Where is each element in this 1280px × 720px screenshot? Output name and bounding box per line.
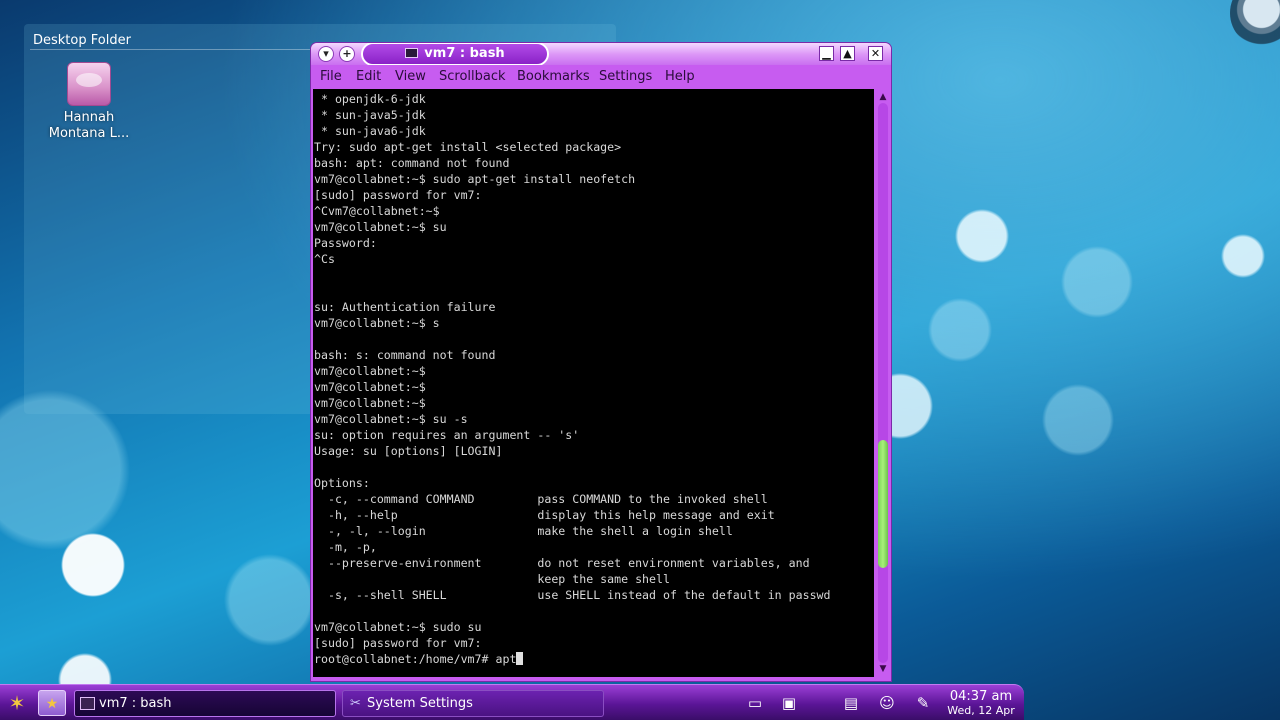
desktop-icon-hannah-montana[interactable]: Hannah Montana L... — [44, 62, 134, 142]
window-titlebar[interactable]: ▾ + vm7 : bash ▁ ▲ ✕ — [311, 43, 891, 66]
terminal-line: keep the same shell — [314, 572, 670, 586]
terminal-line: vm7@collabnet:~$ — [314, 364, 426, 378]
terminal-scrollbar[interactable]: ▲ ▼ — [875, 89, 891, 677]
menu-scrollback[interactable]: Scrollback — [439, 69, 506, 84]
scroll-thumb[interactable] — [878, 439, 888, 568]
terminal-icon — [405, 48, 419, 58]
window-title-pill: vm7 : bash — [361, 43, 549, 66]
menu-settings[interactable]: Settings — [599, 69, 652, 84]
close-icon: ✕ — [870, 47, 881, 60]
network-icon[interactable]: ▭ — [742, 691, 768, 715]
hard-drive-icon — [67, 62, 111, 106]
terminal-line: Password: — [314, 236, 377, 250]
task-label: System Settings — [367, 696, 473, 711]
tools-icon: ✂ — [350, 696, 361, 711]
menu-file[interactable]: File — [320, 69, 342, 84]
text-cursor — [516, 652, 524, 665]
maximize-icon: ▲ — [843, 47, 852, 60]
terminal-line: -c, --command COMMAND pass COMMAND to th… — [314, 492, 768, 506]
menu-bookmarks[interactable]: Bookmarks — [517, 69, 590, 84]
task-label: vm7 : bash — [99, 696, 172, 711]
desktop-folder-title: Desktop Folder — [33, 33, 131, 48]
desktop-toolbox-icon[interactable] — [1230, 0, 1280, 48]
terminal-line: su: option requires an argument -- 's' — [314, 428, 580, 442]
terminal-line: vm7@collabnet:~$ s — [314, 316, 440, 330]
menu-edit[interactable]: Edit — [356, 69, 381, 84]
clock-time: 04:37 am — [949, 689, 1013, 704]
pager-icon[interactable]: ▣ — [776, 691, 802, 715]
terminal-line: -m, -p, — [314, 540, 377, 554]
folder-star-icon: ★ — [45, 696, 59, 712]
terminal-line: vm7@collabnet:~$ su -s — [314, 412, 468, 426]
terminal-line: Try: sudo apt-get install <selected pack… — [314, 140, 622, 154]
folder-launcher-button[interactable]: ★ — [38, 690, 66, 716]
terminal-output[interactable]: * openjdk-6-jdk * sun-java5-jdk * sun-ja… — [313, 89, 874, 677]
window-title: vm7 : bash — [424, 46, 505, 61]
terminal-line: ^Cvm7@collabnet:~$ — [314, 204, 440, 218]
terminal-line: bash: apt: command not found — [314, 156, 510, 170]
menu-bar: File Edit View Scrollback Bookmarks Sett… — [311, 65, 891, 89]
desktop-icon-label-line2: Montana L... — [48, 126, 130, 141]
terminal-line: ^Cs — [314, 252, 335, 266]
clock-date: Wed, 12 Apr — [947, 704, 1015, 717]
terminal-line: bash: s: command not found — [314, 348, 496, 362]
terminal-line: vm7@collabnet:~$ — [314, 396, 426, 410]
terminal-icon — [80, 697, 95, 710]
terminal-line: -h, --help display this help message and… — [314, 508, 775, 522]
terminal-line: [sudo] password for vm7: — [314, 188, 482, 202]
terminal-line: [sudo] password for vm7: — [314, 636, 482, 650]
terminal-line: Options: — [314, 476, 370, 490]
scroll-track[interactable] — [878, 103, 888, 663]
window-menu-button[interactable]: ▾ — [318, 46, 334, 62]
terminal-line: su: Authentication failure — [314, 300, 496, 314]
scroll-up-icon[interactable]: ▲ — [875, 91, 891, 103]
terminal-line: Usage: su [options] [LOGIN] — [314, 444, 503, 458]
terminal-line: * openjdk-6-jdk — [314, 92, 426, 106]
keep-above-button[interactable]: + — [339, 46, 355, 62]
task-konsole[interactable]: vm7 : bash — [74, 690, 336, 717]
chevron-down-icon: ▾ — [323, 47, 329, 60]
close-button[interactable]: ✕ — [868, 46, 883, 61]
notes-icon[interactable]: ✎ — [910, 691, 936, 715]
application-launcher-button[interactable]: ✶ — [2, 689, 32, 717]
taskbar: ✶ ★ vm7 : bash ✂ System Settings ▭ ▣ ▤ ☺… — [0, 684, 1024, 720]
terminal-line: * sun-java5-jdk — [314, 108, 426, 122]
maximize-button[interactable]: ▲ — [840, 46, 855, 61]
launcher-icon: ✶ — [8, 691, 26, 715]
clock[interactable]: 04:37 am Wed, 12 Apr — [940, 689, 1022, 718]
menu-view[interactable]: View — [395, 69, 426, 84]
scroll-down-icon[interactable]: ▼ — [875, 663, 891, 675]
terminal-line: * sun-java6-jdk — [314, 124, 426, 138]
terminal-line: vm7@collabnet:~$ su — [314, 220, 447, 234]
plus-icon: + — [342, 47, 352, 60]
terminal-line: vm7@collabnet:~$ — [314, 380, 426, 394]
desktop-icon-label-line1: Hannah — [63, 110, 115, 125]
terminal-line: root@collabnet:/home/vm7# apt — [314, 651, 524, 667]
terminal-line: vm7@collabnet:~$ sudo apt-get install ne… — [314, 172, 636, 186]
minimize-icon: ▁ — [822, 47, 831, 60]
minimize-button[interactable]: ▁ — [819, 46, 834, 61]
terminal-line: --preserve-environment do not reset envi… — [314, 556, 810, 570]
chat-icon[interactable]: ☺ — [874, 691, 900, 715]
terminal-line: vm7@collabnet:~$ sudo su — [314, 620, 482, 634]
clipboard-icon[interactable]: ▤ — [838, 691, 864, 715]
task-system-settings[interactable]: ✂ System Settings — [342, 690, 604, 717]
konsole-window: ▾ + vm7 : bash ▁ ▲ ✕ File Edit View Scro… — [310, 42, 892, 682]
terminal-line: -s, --shell SHELL use SHELL instead of t… — [314, 588, 831, 602]
menu-help[interactable]: Help — [665, 69, 695, 84]
terminal-line: -, -l, --login make the shell a login sh… — [314, 524, 733, 538]
